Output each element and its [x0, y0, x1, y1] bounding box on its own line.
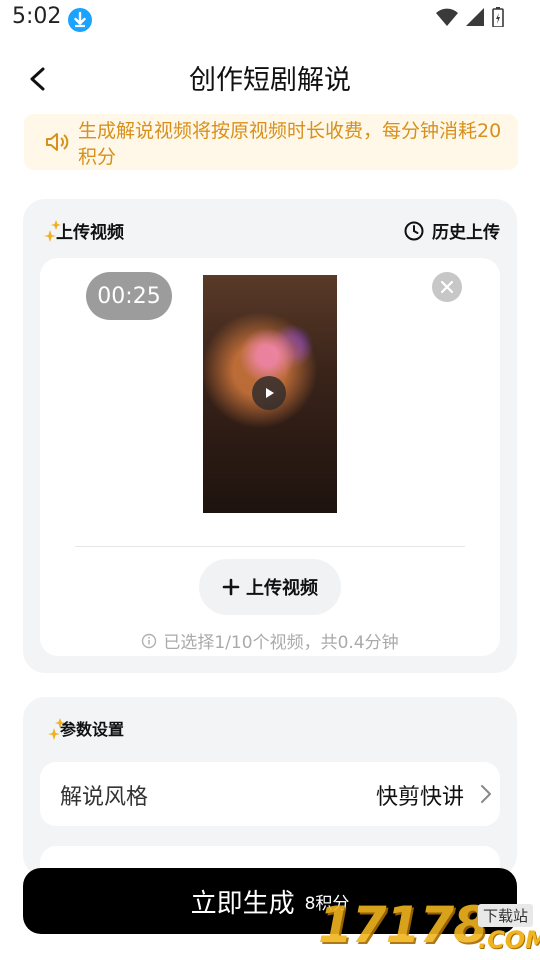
generate-label: 立即生成	[190, 888, 295, 919]
plus-icon	[222, 578, 240, 596]
speaker-icon	[45, 131, 71, 153]
watermark-domain: .COM	[478, 926, 540, 954]
param-value: 快剪快讲	[375, 785, 464, 810]
video-duration-badge: 00:25	[86, 272, 172, 320]
upload-video-label: 上传视频	[246, 578, 318, 599]
param-label: 解说风格	[60, 785, 149, 810]
clock-icon	[404, 221, 424, 240]
watermark-logo: 17178	[318, 896, 488, 954]
info-icon	[142, 633, 157, 648]
status-time: 5:02	[12, 4, 62, 29]
history-upload-link[interactable]: 历史上传	[404, 218, 500, 243]
divider	[75, 546, 465, 547]
upload-section-title: 上传视频	[56, 223, 124, 243]
wifi-icon	[436, 8, 458, 26]
status-icons	[436, 6, 504, 28]
chevron-right-icon	[479, 782, 493, 806]
upload-video-button[interactable]: 上传视频	[199, 559, 341, 615]
download-notification-icon	[68, 8, 92, 32]
play-icon[interactable]	[252, 376, 286, 410]
selection-note: 已选择1/10个视频，共0.4分钟	[0, 628, 540, 653]
close-icon[interactable]	[432, 272, 462, 302]
watermark-tag: 下载站	[478, 904, 534, 927]
battery-icon	[492, 7, 504, 27]
notice-text: 生成解说视频将按原视频时长收费，每分钟消耗20积分	[78, 120, 502, 168]
history-upload-label: 历史上传	[432, 223, 500, 243]
selection-note-text: 已选择1/10个视频，共0.4分钟	[163, 633, 399, 653]
signal-icon	[466, 8, 484, 26]
page-title: 创作短剧解说	[189, 65, 351, 96]
params-section-title: 参数设置	[60, 720, 125, 739]
